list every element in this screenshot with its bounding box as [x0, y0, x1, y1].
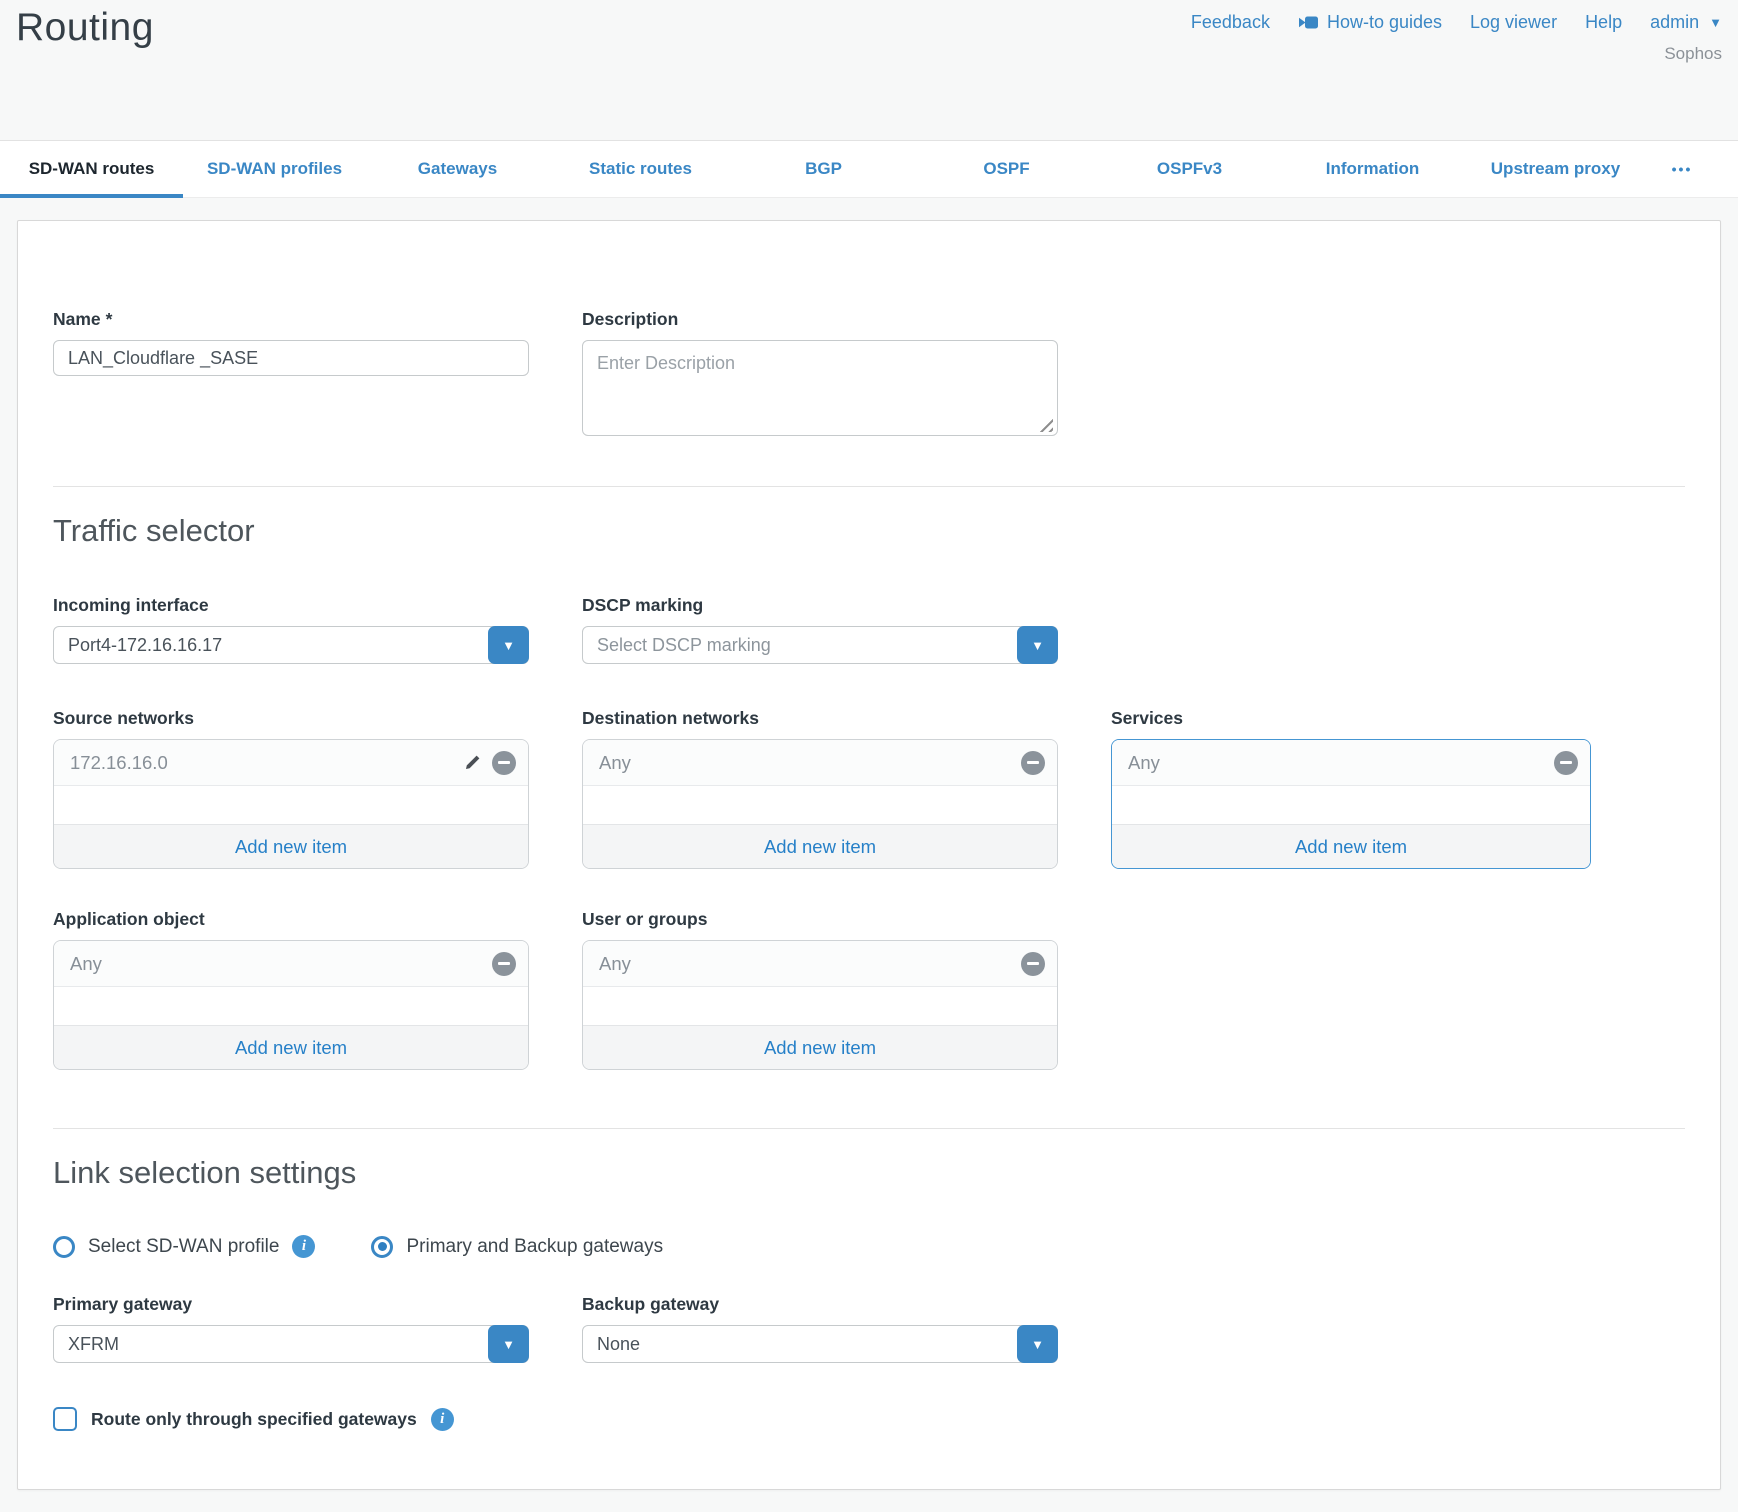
source-networks-group: Source networks 172.16.16.0 Add new item [53, 708, 529, 869]
services-group: Services Any Add new item [1111, 708, 1591, 869]
radio-icon-selected[interactable] [371, 1236, 393, 1258]
remove-item-icon[interactable] [1021, 751, 1045, 775]
info-icon[interactable]: i [292, 1235, 315, 1258]
tab-ospfv3[interactable]: OSPFv3 [1098, 141, 1281, 197]
dscp-marking-select[interactable]: Select DSCP marking ▼ [582, 626, 1058, 664]
route-only-label: Route only through specified gateways [91, 1409, 417, 1430]
source-networks-label: Source networks [53, 708, 529, 729]
tab-static-routes[interactable]: Static routes [549, 141, 732, 197]
source-networks-box: 172.16.16.0 Add new item [53, 739, 529, 869]
list-item: Any [1112, 740, 1590, 786]
traffic-selector-heading: Traffic selector [53, 513, 1685, 549]
description-field-group: Description [582, 309, 1058, 441]
caret-down-icon: ▼ [502, 1337, 515, 1352]
list-empty-area [54, 987, 528, 1025]
tab-ospf[interactable]: OSPF [915, 141, 1098, 197]
remove-item-icon[interactable] [492, 751, 516, 775]
user-or-groups-group: User or groups Any Add new item [582, 909, 1058, 1070]
application-object-group: Application object Any Add new item [53, 909, 529, 1070]
name-input[interactable] [53, 340, 529, 376]
dropdown-button[interactable]: ▼ [1017, 626, 1058, 664]
sd-wan-route-form-panel: Name* Description Traffic selector Incom… [17, 220, 1721, 1490]
add-new-item-button[interactable]: Add new item [583, 1025, 1057, 1069]
required-asterisk: * [106, 309, 113, 330]
log-viewer-link[interactable]: Log viewer [1470, 12, 1557, 33]
caret-down-icon: ▼ [1031, 638, 1044, 653]
add-new-item-button[interactable]: Add new item [583, 824, 1057, 868]
primary-gateway-select[interactable]: XFRM ▼ [53, 1325, 529, 1363]
primary-gateway-label: Primary gateway [53, 1294, 529, 1315]
remove-item-icon[interactable] [492, 952, 516, 976]
dropdown-button[interactable]: ▼ [488, 1325, 529, 1363]
add-new-item-button[interactable]: Add new item [54, 1025, 528, 1069]
add-new-item-button[interactable]: Add new item [1112, 824, 1590, 868]
routing-tabs: SD-WAN routes SD-WAN profiles Gateways S… [0, 140, 1738, 198]
backup-gateway-select[interactable]: None ▼ [582, 1325, 1058, 1363]
remove-item-icon[interactable] [1554, 751, 1578, 775]
services-label: Services [1111, 708, 1591, 729]
add-new-item-button[interactable]: Add new item [54, 824, 528, 868]
list-item: Any [583, 740, 1057, 786]
tab-upstream-proxy[interactable]: Upstream proxy [1464, 141, 1647, 197]
list-item: 172.16.16.0 [54, 740, 528, 786]
incoming-interface-label: Incoming interface [53, 595, 529, 616]
application-object-box: Any Add new item [53, 940, 529, 1070]
header-links: Feedback How-to guides Log viewer Help a… [1191, 12, 1722, 33]
dropdown-button[interactable]: ▼ [488, 626, 529, 664]
admin-menu[interactable]: admin ▼ [1650, 12, 1722, 33]
link-selection-heading: Link selection settings [53, 1155, 1685, 1191]
caret-down-icon: ▼ [502, 638, 515, 653]
caret-down-icon: ▼ [1031, 1337, 1044, 1352]
help-link[interactable]: Help [1585, 12, 1622, 33]
brand-label: Sophos [1664, 44, 1722, 64]
application-object-label: Application object [53, 909, 529, 930]
destination-networks-label: Destination networks [582, 708, 1058, 729]
tab-bgp[interactable]: BGP [732, 141, 915, 197]
tab-gateways[interactable]: Gateways [366, 141, 549, 197]
description-label: Description [582, 309, 1058, 330]
remove-item-icon[interactable] [1021, 952, 1045, 976]
backup-gateway-label: Backup gateway [582, 1294, 1058, 1315]
howto-guides-link[interactable]: How-to guides [1298, 12, 1442, 33]
radio-select-sd-wan-profile[interactable]: Select SD-WAN profile i [53, 1235, 315, 1258]
tab-sd-wan-routes[interactable]: SD-WAN routes [0, 141, 183, 197]
user-or-groups-box: Any Add new item [582, 940, 1058, 1070]
backup-gateway-group: Backup gateway None ▼ [582, 1294, 1058, 1363]
primary-gateway-group: Primary gateway XFRM ▼ [53, 1294, 529, 1363]
incoming-interface-group: Incoming interface Port4-172.16.16.17 ▼ [53, 595, 529, 664]
list-item: Any [54, 941, 528, 987]
section-divider [53, 1128, 1685, 1129]
description-textarea[interactable] [582, 340, 1058, 436]
dropdown-button[interactable]: ▼ [1017, 1325, 1058, 1363]
destination-networks-box: Any Add new item [582, 739, 1058, 869]
user-or-groups-label: User or groups [582, 909, 1058, 930]
feedback-link[interactable]: Feedback [1191, 12, 1270, 33]
edit-pencil-icon[interactable] [462, 753, 482, 773]
list-empty-area [583, 786, 1057, 824]
section-divider [53, 486, 1685, 487]
list-item: Any [583, 941, 1057, 987]
radio-icon[interactable] [53, 1236, 75, 1258]
tabs-overflow-button[interactable]: ••• [1647, 141, 1717, 197]
list-empty-area [54, 786, 528, 824]
info-icon[interactable]: i [431, 1408, 454, 1431]
radio-primary-backup-gateways[interactable]: Primary and Backup gateways [371, 1236, 663, 1258]
page-title: Routing [16, 6, 154, 50]
destination-networks-group: Destination networks Any Add new item [582, 708, 1058, 869]
tab-information[interactable]: Information [1281, 141, 1464, 197]
tab-sd-wan-profiles[interactable]: SD-WAN profiles [183, 141, 366, 197]
incoming-interface-select[interactable]: Port4-172.16.16.17 ▼ [53, 626, 529, 664]
route-only-checkbox[interactable] [53, 1407, 77, 1431]
services-box: Any Add new item [1111, 739, 1591, 869]
video-camera-icon [1298, 15, 1319, 30]
name-field-group: Name* [53, 309, 529, 441]
dscp-marking-label: DSCP marking [582, 595, 1058, 616]
name-label: Name* [53, 309, 529, 330]
list-empty-area [583, 987, 1057, 1025]
page-header: Routing Feedback How-to guides Log viewe… [0, 0, 1738, 140]
list-empty-area [1112, 786, 1590, 824]
route-only-checkbox-row: Route only through specified gateways i [53, 1407, 1685, 1431]
dscp-marking-group: DSCP marking Select DSCP marking ▼ [582, 595, 1058, 664]
chevron-down-icon: ▼ [1709, 15, 1722, 30]
